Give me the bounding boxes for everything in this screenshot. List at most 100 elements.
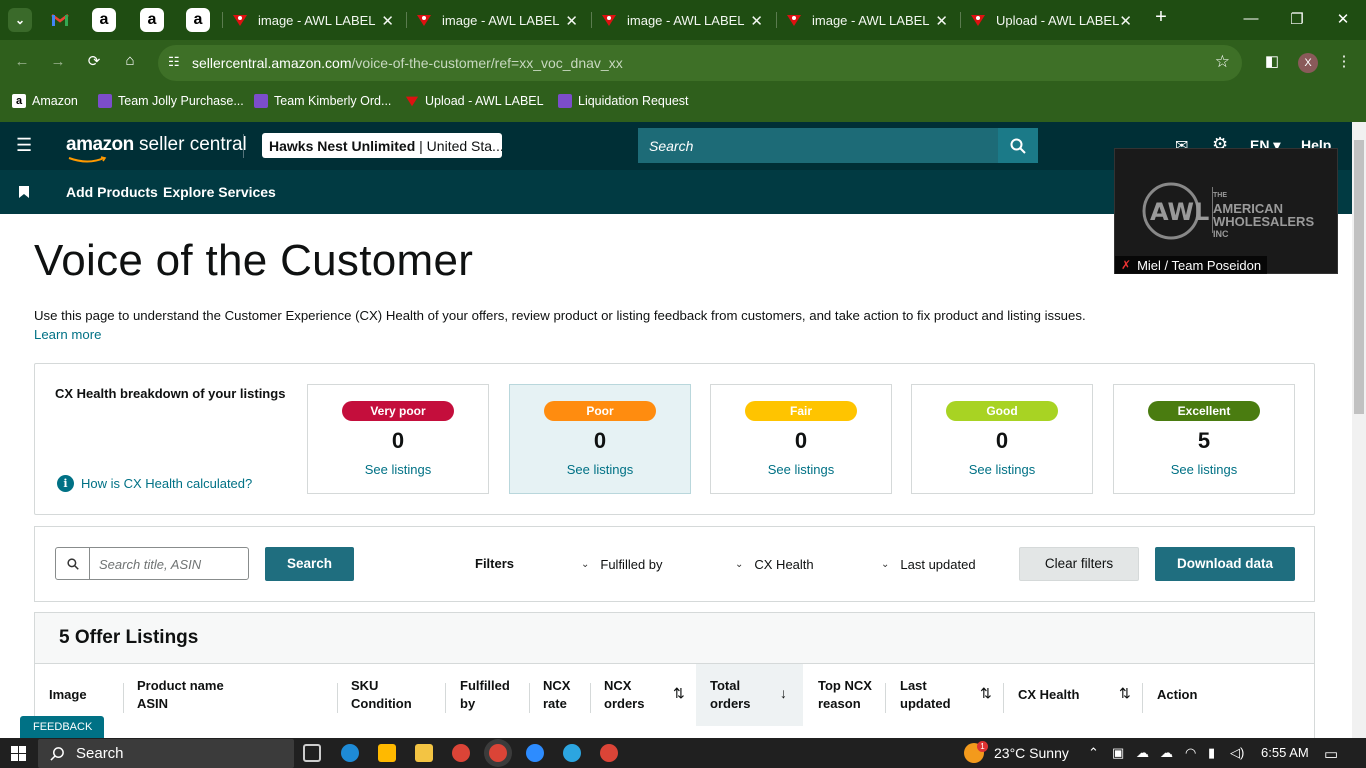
awl-logo-icon: AWL bbox=[1142, 182, 1209, 240]
window-close-icon[interactable]: ✕ bbox=[1333, 10, 1353, 28]
weather-text[interactable]: 23°C Sunny bbox=[994, 745, 1069, 761]
microphone-icon[interactable]: ▮ bbox=[1208, 745, 1215, 761]
account-switcher[interactable]: Hawks Nest Unlimited | United Sta... bbox=[262, 133, 502, 158]
amazon-tab-icon-active[interactable]: a bbox=[92, 8, 116, 32]
bookmark-star-icon[interactable]: ☆ bbox=[1215, 52, 1230, 72]
seller-search-button[interactable] bbox=[998, 128, 1038, 163]
see-listings-link[interactable]: See listings bbox=[912, 462, 1092, 477]
site-info-icon[interactable]: ☷ bbox=[168, 54, 180, 70]
nav-explore-services[interactable]: Explore Services bbox=[163, 184, 276, 200]
new-tab-icon[interactable]: + bbox=[1151, 6, 1171, 29]
windows-start-icon[interactable] bbox=[11, 746, 26, 761]
sort-descending-icon[interactable]: ↓ bbox=[780, 685, 787, 701]
profile-avatar[interactable]: X bbox=[1298, 53, 1318, 73]
menu-kebab-icon[interactable]: ⋮ bbox=[1334, 52, 1354, 70]
cx-health-dropdown[interactable]: ⌄ CX Health bbox=[735, 557, 814, 572]
bookmark-icon[interactable] bbox=[19, 186, 29, 198]
url-host: sellercentral.amazon.com bbox=[192, 55, 352, 71]
file-explorer-icon[interactable] bbox=[415, 744, 433, 762]
clear-filters-button[interactable]: Clear filters bbox=[1019, 547, 1139, 581]
task-view-icon[interactable] bbox=[303, 744, 321, 762]
address-bar[interactable]: ☷ sellercentral.amazon.com/voice-of-the-… bbox=[158, 45, 1242, 81]
tray-cloud-icon[interactable]: ☁ bbox=[1160, 745, 1173, 761]
wifi-icon[interactable]: ◠ bbox=[1185, 745, 1196, 761]
tab-awl-label-2[interactable]: image - AWL LABEL ✕ bbox=[416, 6, 578, 34]
chrome-icon[interactable] bbox=[452, 744, 470, 762]
close-icon[interactable]: ✕ bbox=[381, 12, 394, 30]
hamburger-menu-icon[interactable]: ☰ bbox=[16, 136, 33, 154]
cx-card-good[interactable]: Good 0 See listings bbox=[911, 384, 1093, 494]
tab-awl-label-3[interactable]: image - AWL LABEL ✕ bbox=[601, 6, 763, 34]
close-icon[interactable]: ✕ bbox=[935, 12, 948, 30]
home-icon[interactable]: ⌂ bbox=[120, 52, 140, 69]
seller-search-input[interactable]: Search bbox=[638, 128, 998, 163]
bookmark-team-kimberly[interactable]: Team Kimberly Ord... bbox=[254, 94, 391, 108]
column-last-updated[interactable]: Last updated bbox=[900, 677, 951, 713]
clock-time[interactable]: 6:55 AM bbox=[1261, 745, 1309, 760]
search-button[interactable]: Search bbox=[265, 547, 354, 581]
store-icon[interactable] bbox=[378, 744, 396, 762]
url-text: sellercentral.amazon.com/voice-of-the-cu… bbox=[192, 55, 623, 71]
back-icon[interactable]: ← bbox=[12, 53, 32, 70]
bookmark-liquidation[interactable]: Liquidation Request bbox=[558, 94, 689, 108]
seller-central-logo[interactable]: amazon seller central bbox=[66, 134, 247, 163]
reload-icon[interactable]: ⟳ bbox=[84, 52, 104, 70]
cx-count: 0 bbox=[995, 428, 1009, 453]
last-updated-dropdown[interactable]: ⌄ Last updated bbox=[881, 557, 976, 572]
see-listings-link[interactable]: See listings bbox=[711, 462, 891, 477]
listings-count-heading: 5 Offer Listings bbox=[59, 627, 199, 648]
close-icon[interactable]: ✕ bbox=[750, 12, 763, 30]
cx-card-excellent[interactable]: Excellent 5 See listings bbox=[1113, 384, 1295, 494]
bookmark-upload-awl[interactable]: Upload - AWL LABEL bbox=[405, 94, 544, 108]
cx-card-fair[interactable]: Fair 0 See listings bbox=[710, 384, 892, 494]
notifications-icon[interactable]: ▭ bbox=[1324, 745, 1338, 763]
scrollbar-thumb[interactable] bbox=[1354, 140, 1364, 414]
gmail-tab-icon[interactable] bbox=[48, 8, 72, 32]
volume-icon[interactable]: ◁) bbox=[1230, 745, 1244, 761]
page-scrollbar[interactable] bbox=[1352, 122, 1366, 738]
learn-more-link[interactable]: Learn more bbox=[34, 327, 101, 342]
bookmark-amazon[interactable]: a Amazon bbox=[12, 94, 78, 108]
video-call-overlay[interactable]: AWL THE AMERICAN WHOLESALERS INC ✗ Miel /… bbox=[1114, 148, 1338, 274]
sort-icon[interactable]: ⇅ bbox=[1119, 685, 1131, 702]
tray-chevron-icon[interactable]: ⌃ bbox=[1088, 745, 1099, 761]
logo-bold: amazon bbox=[66, 134, 134, 155]
close-icon[interactable]: ✕ bbox=[565, 12, 578, 30]
see-listings-link[interactable]: See listings bbox=[1114, 462, 1294, 477]
onedrive-cloud-icon[interactable]: ☁ bbox=[1136, 745, 1149, 761]
column-ncx-orders[interactable]: NCX orders bbox=[604, 677, 644, 713]
column-total-orders[interactable]: Total orders bbox=[710, 677, 750, 713]
chrome-active-icon[interactable] bbox=[489, 744, 507, 762]
close-icon[interactable]: ✕ bbox=[1119, 12, 1132, 30]
fulfilled-by-dropdown[interactable]: ⌄ Fulfilled by bbox=[581, 557, 663, 572]
amazon-tab-icon[interactable]: a bbox=[186, 8, 210, 32]
feedback-tab[interactable]: FEEDBACK ✕ bbox=[20, 716, 104, 756]
minimize-icon[interactable]: — bbox=[1241, 10, 1261, 27]
forward-icon[interactable]: → bbox=[48, 53, 68, 70]
tab-awl-label-1[interactable]: image - AWL LABEL ✕ bbox=[232, 6, 394, 34]
cx-health-how-link[interactable]: i How is CX Health calculated? bbox=[57, 475, 252, 492]
side-panel-icon[interactable]: ◧ bbox=[1262, 52, 1282, 70]
restore-icon[interactable]: ❐ bbox=[1287, 10, 1307, 28]
tray-network-icon[interactable]: ▣ bbox=[1112, 745, 1124, 761]
see-listings-link[interactable]: See listings bbox=[308, 462, 488, 477]
cx-card-poor[interactable]: Poor 0 See listings bbox=[509, 384, 691, 494]
bookmark-team-jolly[interactable]: Team Jolly Purchase... bbox=[98, 94, 244, 108]
sort-icon[interactable]: ⇅ bbox=[980, 685, 992, 702]
amazon-tab-icon[interactable]: a bbox=[140, 8, 164, 32]
sort-icon[interactable]: ⇅ bbox=[673, 685, 685, 702]
column-cx-health[interactable]: CX Health bbox=[1018, 686, 1079, 704]
cx-card-very-poor[interactable]: Very poor 0 See listings bbox=[307, 384, 489, 494]
chrome-profile-icon[interactable] bbox=[600, 744, 618, 762]
telegram-icon[interactable] bbox=[563, 744, 581, 762]
tab-search-icon[interactable]: ⌄ bbox=[8, 8, 32, 32]
edge-icon[interactable] bbox=[341, 744, 359, 762]
see-listings-link[interactable]: See listings bbox=[510, 462, 690, 477]
nav-add-products[interactable]: Add Products bbox=[66, 184, 158, 200]
tab-upload-awl-label[interactable]: Upload - AWL LABEL ✕ bbox=[970, 6, 1132, 34]
tab-awl-label-4[interactable]: image - AWL LABEL ✕ bbox=[786, 6, 948, 34]
listing-search-input[interactable]: Search title, ASIN bbox=[55, 547, 249, 580]
taskbar-search[interactable]: Search bbox=[38, 739, 294, 768]
download-data-button[interactable]: Download data bbox=[1155, 547, 1295, 581]
zoom-icon[interactable] bbox=[526, 744, 544, 762]
